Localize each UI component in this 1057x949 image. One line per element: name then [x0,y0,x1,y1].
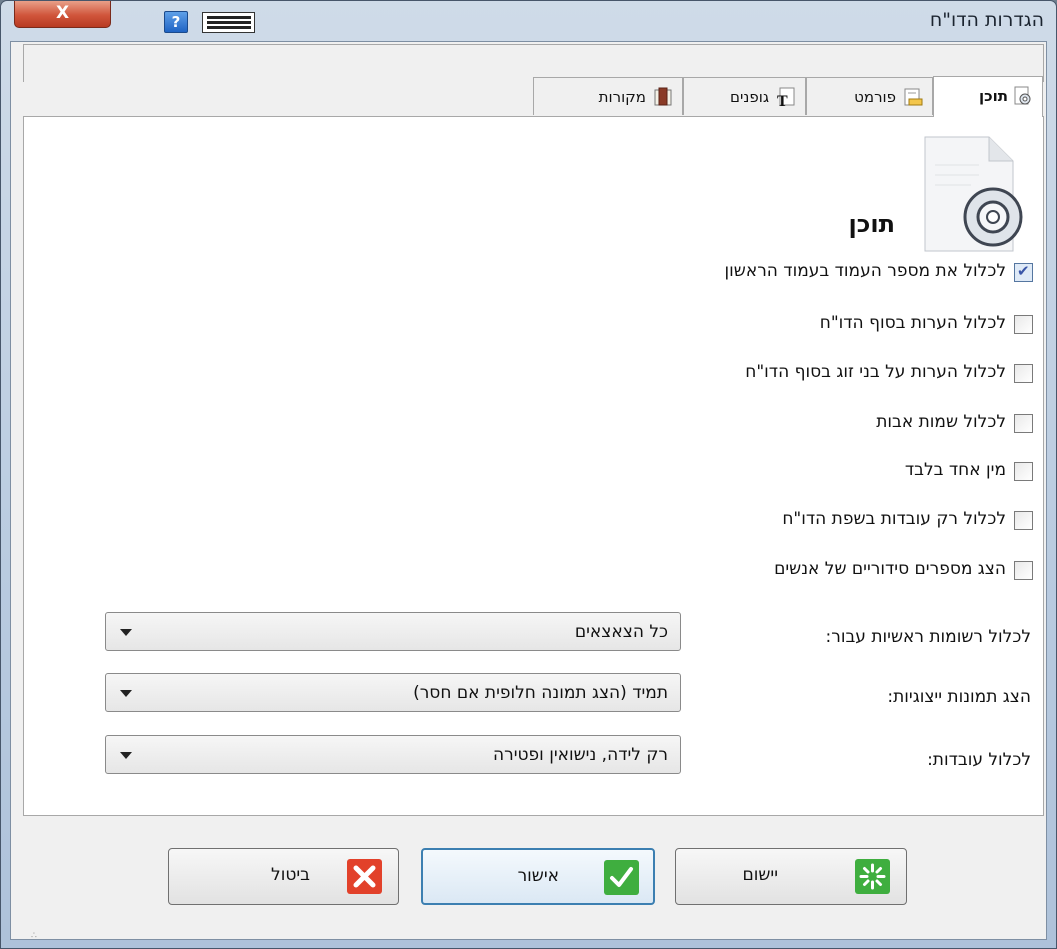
keyboard-icon[interactable] [202,12,255,33]
checkbox[interactable] [1014,315,1033,334]
select-value: רק לידה, נישואין ופטירה [493,745,668,765]
tab-format-label: פורמט [854,88,896,106]
select-value: תמיד (הצג תמונה חלופית אם חסר) [413,683,668,703]
help-button[interactable]: ? [164,11,188,33]
checkbox[interactable] [1014,364,1033,383]
select-value: כל הצאצאים [574,622,668,642]
option-label: לכלול הערות על בני זוג בסוף הדו"ח [745,362,1006,382]
option-report-language-facts[interactable]: לכלול רק עובדות בשפת הדו"ח [613,509,1033,533]
option-page-number[interactable]: לכלול את מספר העמוד בעמוד הראשון [613,261,1033,285]
option-person-numbers[interactable]: הצג מספרים סידוריים של אנשים [613,559,1033,583]
facts-label: לכלול עובדות: [927,750,1031,770]
title-bar: X ? הגדרות הדו"ח [1,1,1056,41]
tab-format[interactable]: פורמט [806,77,933,115]
apply-button[interactable]: יישום [675,848,907,905]
close-button[interactable]: X [14,1,111,28]
photos-label: הצג תמונות ייצוגיות: [887,687,1031,707]
dialog-client: תוכן פורמט T גופנים מקורות תוכן ✔ לכלול … [10,41,1047,940]
apply-spark-icon [855,859,890,894]
ok-check-icon [604,860,639,895]
option-end-notes[interactable]: לכלול הערות בסוף הדו"ח [613,313,1033,337]
tab-fonts[interactable]: T גופנים [683,77,806,115]
checkbox-checked[interactable] [1014,262,1033,282]
option-spouse-notes[interactable]: לכלול הערות על בני זוג בסוף הדו"ח [613,362,1033,386]
tab-sources-label: מקורות [598,88,646,106]
svg-text:T: T [777,93,788,108]
tab-content-label: תוכן [978,87,1008,105]
section-title: תוכן [848,210,895,238]
apply-label: יישום [742,865,778,885]
resize-grip[interactable]: ∴ [31,931,38,941]
option-label: לכלול רק עובדות בשפת הדו"ח [782,509,1006,529]
sources-icon [654,87,672,106]
option-label: מין אחד בלבד [904,460,1006,480]
option-label: לכלול שמות אבות [876,412,1006,432]
document-gear-icon [924,136,1023,252]
dropdown-arrow-icon [120,752,132,759]
ok-label: אישור [517,866,559,886]
format-icon [904,88,923,106]
facts-select[interactable]: רק לידה, נישואין ופטירה [105,735,681,774]
tab-sources[interactable]: מקורות [533,77,683,115]
content-gear-icon [1014,86,1031,105]
option-one-gender[interactable]: מין אחד בלבד [613,460,1033,484]
content-panel: תוכן לכלול את מספר העמוד בעמוד הראשון לכ… [23,116,1044,816]
option-label: לכלול את מספר העמוד בעמוד הראשון [724,261,1006,281]
checkbox[interactable] [1014,414,1033,433]
cancel-label: ביטול [271,865,310,885]
dialog-window: X ? הגדרות הדו"ח תוכן פורמט T גופנים מקו… [0,0,1057,949]
primary-records-label: לכלול רשומות ראשיות עבור: [825,627,1031,647]
primary-records-select[interactable]: כל הצאצאים [105,612,681,651]
checkbox[interactable] [1014,462,1033,481]
tab-content[interactable]: תוכן [933,76,1043,117]
option-label: לכלול הערות בסוף הדו"ח [819,313,1006,333]
option-label: הצג מספרים סידוריים של אנשים [774,559,1006,579]
option-patronymics[interactable]: לכלול שמות אבות [613,412,1033,436]
checkbox[interactable] [1014,561,1033,580]
ok-button[interactable]: אישור [421,848,655,905]
window-title: הגדרות הדו"ח [929,9,1044,31]
cancel-x-icon [347,859,382,894]
dropdown-arrow-icon [120,629,132,636]
cancel-button[interactable]: ביטול [168,848,399,905]
tab-fonts-label: גופנים [730,88,769,106]
photos-select[interactable]: תמיד (הצג תמונה חלופית אם חסר) [105,673,681,712]
fonts-icon: T [777,87,795,108]
checkbox[interactable] [1014,511,1033,530]
dropdown-arrow-icon [120,690,132,697]
